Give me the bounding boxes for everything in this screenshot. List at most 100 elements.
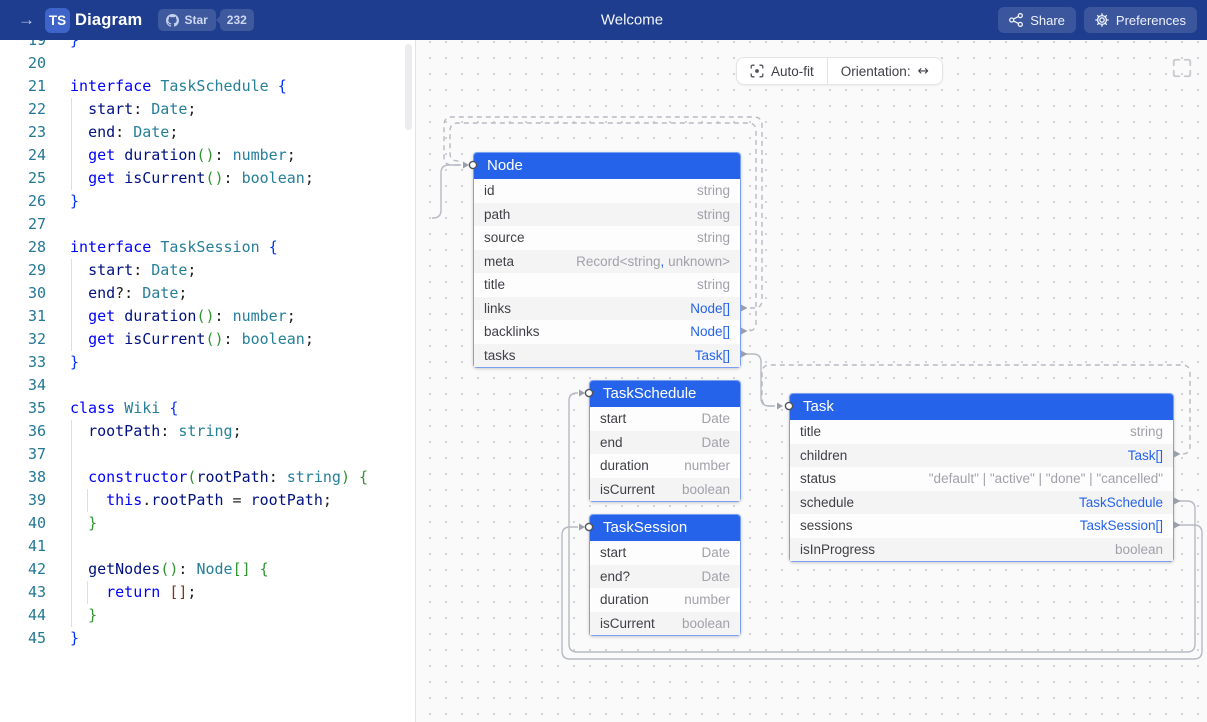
field-type: Node[] [690, 301, 730, 316]
code-line[interactable]: 22 start: Date; [0, 98, 405, 121]
code-line[interactable]: 20 [0, 52, 405, 75]
field-row: scheduleTaskSchedule [790, 491, 1173, 515]
field-row: tasksTask[] [474, 344, 740, 368]
orientation-label: Orientation: [841, 64, 911, 79]
code-line[interactable]: 27 [0, 213, 405, 236]
type-link[interactable]: Task[] [695, 348, 730, 363]
diagram-canvas[interactable]: Auto-fit Orientation: ↔ Nodeidstringpath… [416, 40, 1207, 722]
type-link[interactable]: TaskSchedule [1079, 495, 1163, 510]
github-star-badge[interactable]: Star 232 [158, 9, 253, 31]
line-number: 27 [0, 213, 46, 236]
code-text: end: Date; [46, 121, 178, 144]
code-text: } [46, 190, 79, 213]
entity-fields: idstringpathstringsourcestringmetaRecord… [474, 179, 740, 367]
code-editor-panel[interactable]: 19}2021interface TaskSchedule {22 start:… [0, 40, 416, 722]
code-line[interactable]: 38 constructor(rootPath: string) { [0, 466, 405, 489]
field-name: backlinks [484, 324, 540, 339]
type-link[interactable]: Task[] [1128, 448, 1163, 463]
field-name: links [484, 301, 511, 316]
entity-box-tasksession[interactable]: TaskSessionstartDateend?Datedurationnumb… [589, 514, 741, 636]
code-text: end?: Date; [46, 282, 187, 305]
code-line[interactable]: 29 start: Date; [0, 259, 405, 282]
field-name: duration [600, 458, 649, 473]
code-line[interactable]: 24 get duration(): number; [0, 144, 405, 167]
code-line[interactable]: 34 [0, 374, 405, 397]
field-type: TaskSchedule [1079, 495, 1163, 510]
code-line[interactable]: 32 get isCurrent(): boolean; [0, 328, 405, 351]
field-row: childrenTask[] [790, 444, 1173, 468]
code-line[interactable]: 36 rootPath: string; [0, 420, 405, 443]
code-line[interactable]: 23 end: Date; [0, 121, 405, 144]
code-line[interactable]: 45} [0, 627, 405, 650]
auto-fit-icon [750, 64, 764, 78]
orientation-button[interactable]: Orientation: ↔ [828, 58, 942, 84]
line-number: 23 [0, 121, 46, 144]
code-text: getNodes(): Node[] { [46, 558, 269, 581]
field-name: end? [600, 569, 630, 584]
line-number: 43 [0, 581, 46, 604]
code-line[interactable]: 31 get duration(): number; [0, 305, 405, 328]
sidebar-toggle-arrow-icon[interactable]: → [18, 10, 35, 30]
field-row: startDate [590, 407, 740, 431]
code-line[interactable]: 26} [0, 190, 405, 213]
code-line[interactable]: 43 return []; [0, 581, 405, 604]
field-row: status"default" | "active" | "done" | "c… [790, 467, 1173, 491]
fullscreen-button[interactable] [1170, 57, 1194, 81]
line-number: 26 [0, 190, 46, 213]
type-link[interactable]: Node[] [690, 324, 730, 339]
entity-header[interactable]: TaskSession [590, 515, 740, 541]
entity-header[interactable]: Node [474, 153, 740, 179]
type-link[interactable]: TaskSession[] [1080, 518, 1163, 533]
entity-box-node[interactable]: NodeidstringpathstringsourcestringmetaRe… [473, 152, 741, 368]
type-link[interactable]: Node[] [690, 301, 730, 316]
line-number: 24 [0, 144, 46, 167]
entity-box-taskschedule[interactable]: TaskSchedulestartDateendDatedurationnumb… [589, 380, 741, 502]
code-text: interface TaskSession { [46, 236, 278, 259]
field-name: isCurrent [600, 616, 655, 631]
code-line[interactable]: 40 } [0, 512, 405, 535]
ts-logo-text: TS [49, 13, 66, 28]
code-line[interactable]: 19} [0, 40, 405, 52]
code-text [46, 374, 70, 397]
code-line[interactable]: 30 end?: Date; [0, 282, 405, 305]
line-number: 44 [0, 604, 46, 627]
preferences-button[interactable]: Preferences [1084, 7, 1197, 33]
canvas-toolbar: Auto-fit Orientation: ↔ [736, 57, 943, 85]
code-line[interactable]: 33} [0, 351, 405, 374]
entity-header[interactable]: TaskSchedule [590, 381, 740, 407]
code-line[interactable]: 41 [0, 535, 405, 558]
line-number: 25 [0, 167, 46, 190]
code-line[interactable]: 44 } [0, 604, 405, 627]
indent-guide [71, 420, 72, 627]
field-name: isCurrent [600, 482, 655, 497]
code-line[interactable]: 42 getNodes(): Node[] { [0, 558, 405, 581]
code-line[interactable]: 25 get isCurrent(): boolean; [0, 167, 405, 190]
entity-header[interactable]: Task [790, 394, 1173, 420]
code-line[interactable]: 37 [0, 443, 405, 466]
field-type: boolean [682, 482, 730, 497]
field-row: backlinks Node[] [474, 320, 740, 344]
editor-scrollbar[interactable] [405, 44, 412, 130]
entity-box-task[interactable]: TasktitlestringchildrenTask[]status"defa… [789, 393, 1174, 562]
line-number: 31 [0, 305, 46, 328]
code-text: this.rootPath = rootPath; [46, 489, 332, 512]
ts-logo[interactable]: TS [45, 8, 70, 33]
code-line[interactable]: 28interface TaskSession { [0, 236, 405, 259]
line-number: 20 [0, 52, 46, 75]
code-line[interactable]: 39 this.rootPath = rootPath; [0, 489, 405, 512]
line-number: 30 [0, 282, 46, 305]
field-type: Date [701, 545, 730, 560]
indent-guide [71, 259, 72, 351]
code-text: } [46, 40, 79, 52]
field-type: number [684, 592, 730, 607]
line-number: 39 [0, 489, 46, 512]
line-number: 29 [0, 259, 46, 282]
indent-guide [87, 489, 88, 512]
line-number: 21 [0, 75, 46, 98]
auto-fit-button[interactable]: Auto-fit [737, 58, 827, 84]
code-line[interactable]: 35class Wiki { [0, 397, 405, 420]
code-line[interactable]: 21interface TaskSchedule { [0, 75, 405, 98]
share-button[interactable]: Share [998, 7, 1076, 33]
field-row: links Node[] [474, 297, 740, 321]
field-row: startDate [590, 541, 740, 565]
